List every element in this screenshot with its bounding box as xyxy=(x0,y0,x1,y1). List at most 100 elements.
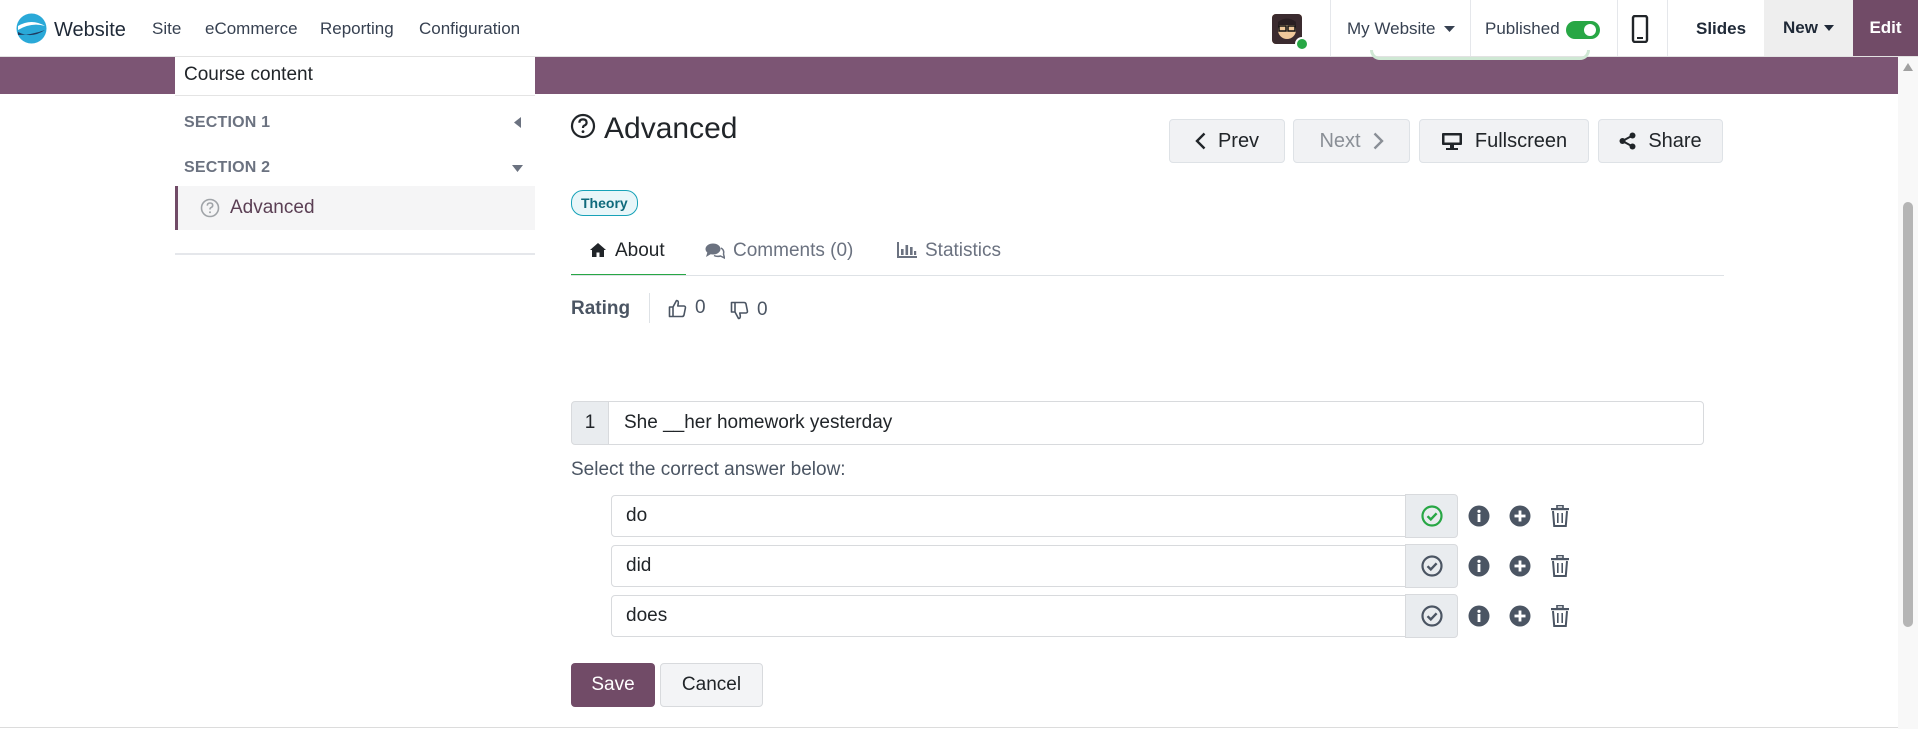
home-icon xyxy=(590,243,606,257)
website-selector-label: My Website xyxy=(1347,19,1436,38)
website-selector[interactable]: My Website xyxy=(1347,19,1455,39)
add-answer-icon[interactable] xyxy=(1507,603,1533,629)
trash-icon[interactable] xyxy=(1547,503,1573,529)
answer-text-3: does xyxy=(626,605,668,626)
tabs-bottom-border xyxy=(571,275,1724,276)
answer-instruction: Select the correct answer below: xyxy=(571,459,846,480)
add-answer-icon[interactable] xyxy=(1507,503,1533,529)
answer-input-2[interactable]: did xyxy=(611,545,1406,587)
thumbs-up-icon xyxy=(668,299,687,317)
new-button[interactable]: New xyxy=(1764,0,1853,56)
cancel-button[interactable]: Cancel xyxy=(660,663,763,707)
course-content-header: Course content xyxy=(175,57,535,96)
caret-down-icon[interactable] xyxy=(512,165,523,172)
desktop-icon xyxy=(1441,133,1462,150)
share-icon xyxy=(1619,132,1636,150)
mark-correct-button-1[interactable] xyxy=(1405,494,1458,538)
slide-title: Advanced xyxy=(604,112,738,145)
tab-statistics[interactable]: Statistics xyxy=(897,240,1001,276)
published-label: Published xyxy=(1485,19,1560,38)
question-circle-icon xyxy=(200,198,220,218)
like-count: 0 xyxy=(695,297,706,318)
tab-comments-label: Comments (0) xyxy=(733,240,854,261)
save-label: Save xyxy=(591,674,635,695)
mobile-preview-icon[interactable] xyxy=(1631,14,1649,44)
info-icon[interactable] xyxy=(1466,503,1492,529)
rating-label: Rating xyxy=(571,298,631,319)
fullscreen-button[interactable]: Fullscreen xyxy=(1419,119,1589,163)
dislike-button[interactable]: 0 xyxy=(730,299,768,321)
sidebar-item-advanced[interactable]: Advanced xyxy=(175,186,535,230)
caret-down-icon xyxy=(1443,25,1455,32)
check-circle-icon xyxy=(1420,555,1443,577)
section-1-title[interactable]: SECTION 1 xyxy=(184,114,270,132)
info-icon[interactable] xyxy=(1466,603,1492,629)
question-text: She __her homework yesterday xyxy=(624,412,893,433)
answer-input-3[interactable]: does xyxy=(611,595,1406,637)
save-button[interactable]: Save xyxy=(571,663,655,707)
menu-configuration[interactable]: Configuration xyxy=(419,19,520,39)
tab-about-label: About xyxy=(615,240,665,261)
check-circle-icon xyxy=(1420,605,1443,627)
answer-input-1[interactable]: do xyxy=(611,495,1406,537)
page-scrollbar[interactable] xyxy=(1898,57,1918,729)
answer-text-2: did xyxy=(626,555,652,576)
thumbs-down-icon xyxy=(730,301,749,319)
tab-statistics-label: Statistics xyxy=(925,240,1002,261)
page-bottom-divider xyxy=(0,727,1898,728)
divider xyxy=(1470,0,1471,56)
website-app-logo-icon[interactable] xyxy=(16,13,47,44)
tab-about[interactable]: About xyxy=(571,240,686,276)
fullscreen-label: Fullscreen xyxy=(1474,129,1568,152)
tab-comments[interactable]: Comments (0) xyxy=(705,240,853,276)
question-text-input[interactable]: She __her homework yesterday xyxy=(608,401,1704,445)
prev-label: Prev xyxy=(1217,129,1260,152)
published-toggle[interactable] xyxy=(1566,21,1600,39)
edit-button-label: Edit xyxy=(1869,18,1902,37)
menu-ecommerce[interactable]: eCommerce xyxy=(205,19,298,39)
info-icon[interactable] xyxy=(1466,553,1492,579)
comments-icon xyxy=(705,243,725,259)
divider xyxy=(1617,0,1618,56)
cancel-label: Cancel xyxy=(681,674,742,695)
menu-reporting[interactable]: Reporting xyxy=(320,19,394,39)
edit-button[interactable]: Edit xyxy=(1853,0,1918,56)
caret-down-icon xyxy=(1823,25,1834,31)
section-2-title[interactable]: SECTION 2 xyxy=(184,159,270,177)
top-navbar: Website Site eCommerce Reporting Configu… xyxy=(0,0,1918,57)
like-button[interactable]: 0 xyxy=(668,297,706,319)
share-button[interactable]: Share xyxy=(1598,119,1723,163)
answer-text-1: do xyxy=(626,505,648,526)
trash-icon[interactable] xyxy=(1547,603,1573,629)
user-avatar[interactable] xyxy=(1272,14,1309,51)
sidebar-divider xyxy=(175,253,535,255)
share-label: Share xyxy=(1648,129,1702,152)
scroll-up-arrow-icon[interactable] xyxy=(1903,63,1913,71)
mark-correct-button-3[interactable] xyxy=(1405,594,1458,638)
question-number: 1 xyxy=(571,401,609,445)
mark-correct-button-2[interactable] xyxy=(1405,544,1458,588)
add-answer-icon[interactable] xyxy=(1507,553,1533,579)
chevron-right-icon xyxy=(1373,132,1384,150)
next-label: Next xyxy=(1319,129,1361,152)
divider xyxy=(1667,0,1668,56)
prev-button[interactable]: Prev xyxy=(1169,119,1285,163)
rating-divider xyxy=(649,293,650,323)
trash-icon[interactable] xyxy=(1547,553,1573,579)
sidebar-item-label: Advanced xyxy=(230,197,315,218)
chevron-left-icon xyxy=(1195,132,1206,150)
menu-site[interactable]: Site xyxy=(152,19,181,39)
slides-button[interactable]: Slides xyxy=(1696,19,1746,39)
app-name[interactable]: Website xyxy=(54,19,126,42)
next-button[interactable]: Next xyxy=(1293,119,1410,163)
question-number-text: 1 xyxy=(584,412,596,433)
online-status-dot xyxy=(1295,37,1309,51)
toggle-knob xyxy=(1584,24,1596,36)
course-content-title: Course content xyxy=(184,64,313,85)
scrollbar-thumb[interactable] xyxy=(1903,202,1913,627)
question-circle-icon xyxy=(570,113,596,139)
divider xyxy=(1330,0,1331,56)
header-pill-partial xyxy=(1370,50,1590,60)
caret-left-icon[interactable] xyxy=(514,117,521,128)
new-button-label: New xyxy=(1783,18,1818,37)
